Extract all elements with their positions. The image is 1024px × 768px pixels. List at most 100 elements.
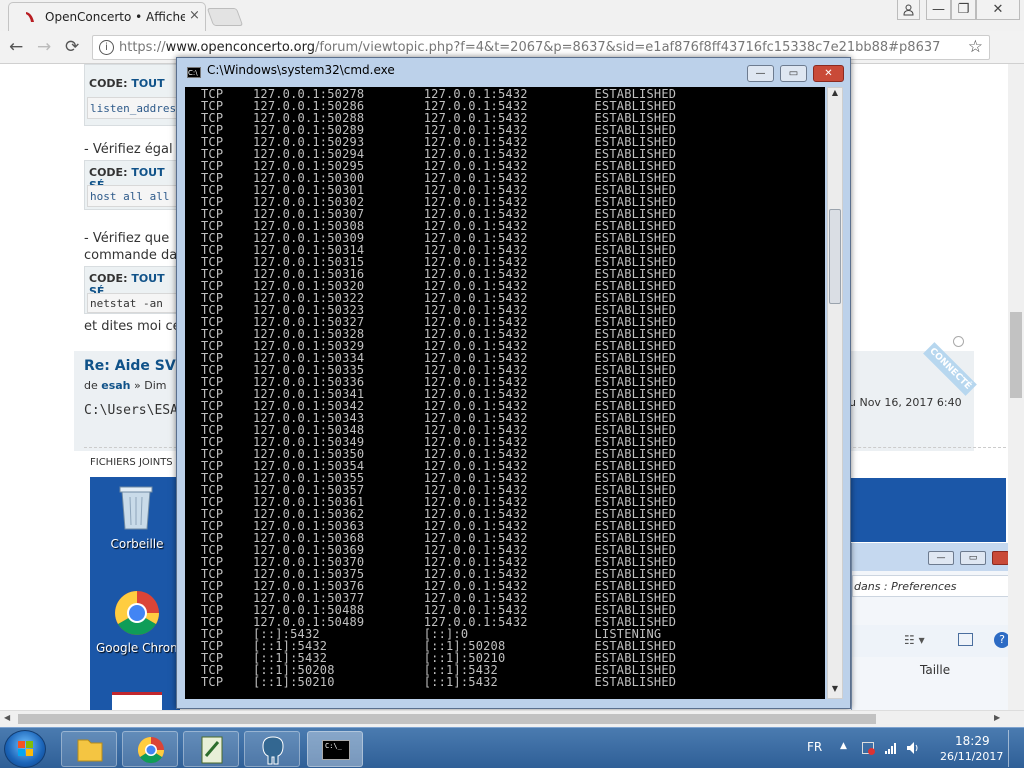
code-block-3: CODE: TOUT SÉ netstat -an (84, 266, 184, 314)
cmd-console[interactable]: TCP 127.0.0.1:50278 127.0.0.1:5432 ESTAB… (185, 87, 825, 699)
url-domain: www.openconcerto.org (165, 40, 315, 55)
online-badge: CONNECTÉ (923, 342, 977, 396)
post-meta-by: de (84, 379, 98, 392)
clock-date[interactable]: 26/11/2017 (940, 750, 1003, 763)
code-block-2: CODE: TOUT SÉ host all all (84, 160, 184, 210)
taskbar-cmd-button[interactable]: C:\_ (307, 731, 363, 767)
explorer-titlebar: — ▭ (852, 543, 1009, 571)
cmd-taskbar-icon: C:\_ (322, 740, 350, 760)
cmd-title-text: C:\Windows\system32\cmd.exe (207, 63, 395, 77)
attachments-label: FICHIERS JOINTS (90, 457, 173, 468)
browser-tab-strip: OpenConcerto • Afficher × — ❐ ✕ (0, 0, 1024, 31)
scroll-thumb[interactable] (829, 209, 841, 304)
console-output: TCP 127.0.0.1:50278 127.0.0.1:5432 ESTAB… (201, 87, 677, 689)
close-button[interactable]: ✕ (976, 0, 1020, 20)
tab-title: OpenConcerto • Afficher (45, 10, 185, 24)
taskbar-chrome-button[interactable] (122, 731, 178, 767)
post-meta-date: » Dim (134, 379, 167, 392)
post-meta: de esah » Dim (84, 379, 166, 392)
cmd-icon: C:\ (187, 67, 201, 78)
profile-button[interactable] (897, 0, 920, 20)
post-text-line: - Vérifiez égal (84, 142, 173, 157)
explorer-toolbar: ☷ ▾ ? (852, 625, 1010, 657)
code-content: host all all (87, 185, 183, 207)
minimize-button[interactable]: — (926, 0, 951, 20)
taskbar-pgadmin-button[interactable] (244, 731, 300, 767)
page-horizontal-scrollbar[interactable]: ◀ ▶ (0, 710, 1024, 727)
code-label-text: CODE: (89, 77, 128, 90)
scroll-top-icon[interactable] (953, 336, 964, 347)
notepad-icon (201, 736, 223, 764)
attachment-screenshot: Corbeille Google Chrom (90, 477, 182, 710)
tray-expand-icon[interactable]: ▲ (840, 741, 847, 751)
postgresql-elephant-icon (262, 736, 284, 765)
explorer-close-button[interactable] (992, 551, 1009, 565)
windows-logo-icon (18, 741, 33, 756)
recycle-bin-icon[interactable] (118, 485, 154, 534)
scroll-down-icon[interactable]: ▼ (829, 684, 841, 698)
preview-pane-icon[interactable] (958, 633, 973, 646)
clock-time[interactable]: 18:29 (955, 734, 990, 748)
explorer-search-path[interactable]: dans : Preferences (852, 575, 1009, 597)
code-content: listen_addres (87, 97, 183, 119)
language-indicator[interactable]: FR (807, 740, 822, 754)
post-author[interactable]: esah (101, 379, 130, 392)
site-info-icon[interactable]: i (99, 40, 114, 55)
cmd-close-button[interactable]: ✕ (813, 65, 844, 82)
post-text-line: - Vérifiez que (84, 231, 170, 246)
cmd-scrollbar[interactable]: ▲ ▼ (827, 87, 843, 699)
post-body: C:\Users\ESA (84, 403, 178, 418)
folder-icon (77, 739, 103, 762)
view-options-icon[interactable]: ☷ ▾ (904, 633, 925, 647)
network-icon[interactable] (884, 741, 898, 758)
recycle-bin-label: Corbeille (110, 537, 164, 551)
show-desktop-button[interactable] (1008, 730, 1022, 767)
start-button[interactable] (4, 730, 46, 768)
taskbar-explorer-button[interactable] (61, 731, 117, 767)
cmd-minimize-button[interactable]: — (747, 65, 774, 82)
new-tab-button[interactable] (206, 8, 244, 26)
page-vertical-scrollbar[interactable] (1008, 64, 1024, 710)
tab-close-icon[interactable]: × (189, 8, 200, 23)
post-text-line: commande da (84, 248, 178, 263)
chrome-icon (137, 736, 165, 764)
code-label-text: CODE: (89, 272, 128, 285)
page-scroll-thumb[interactable] (1010, 312, 1022, 398)
google-chrome-label: Google Chrom (96, 641, 182, 655)
scroll-left-icon[interactable]: ◀ (4, 713, 10, 722)
code-content: netstat -an (87, 293, 183, 313)
taskbar-notepad-button[interactable] (183, 731, 239, 767)
select-all-link[interactable]: TOUT (131, 77, 164, 90)
volume-icon[interactable] (906, 741, 922, 758)
user-icon (903, 4, 914, 16)
url-path: /forum/viewtopic.php?f=4&t=2067&p=8637&s… (315, 40, 941, 55)
forward-icon[interactable]: → (37, 37, 51, 57)
attachment-screenshot-top (850, 478, 1006, 542)
reload-icon[interactable]: ⟳ (65, 37, 79, 57)
restore-button[interactable]: ❐ (951, 0, 976, 20)
openconcerto-favicon-icon (26, 12, 34, 22)
bookmark-star-icon[interactable]: ☆ (968, 37, 983, 57)
cmd-maximize-button[interactable]: ▭ (780, 65, 807, 82)
page-hscroll-thumb[interactable] (18, 714, 876, 724)
code-label: CODE: TOUT (89, 77, 165, 90)
google-chrome-icon[interactable] (114, 590, 160, 639)
scroll-right-icon[interactable]: ▶ (994, 713, 1000, 722)
url-text: https://www.openconcerto.org/forum/viewt… (119, 40, 940, 55)
post-date: u Nov 16, 2017 6:40 (849, 396, 962, 409)
taskbar: C:\_ FR ▲ 18:29 26/11/2017 (0, 727, 1024, 768)
openconcerto-icon[interactable] (112, 692, 162, 710)
action-center-alert-icon[interactable] (862, 742, 875, 755)
browser-tab[interactable]: OpenConcerto • Afficher × (8, 2, 206, 31)
explorer-window: — ▭ dans : Preferences ☷ ▾ ? Taille (851, 543, 1010, 710)
code-block-1: CODE: TOUT listen_addres (84, 64, 184, 126)
url-scheme: https:// (119, 40, 166, 55)
code-label-text: CODE: (89, 166, 128, 179)
explorer-minimize-button[interactable]: — (928, 551, 954, 565)
explorer-maximize-button[interactable]: ▭ (960, 551, 986, 565)
post-text-line: et dites moi ce (84, 319, 181, 334)
column-header-size[interactable]: Taille (920, 663, 950, 677)
back-icon[interactable]: ← (9, 37, 23, 57)
scroll-up-icon[interactable]: ▲ (829, 88, 841, 102)
post-title[interactable]: Re: Aide SVP (84, 358, 186, 374)
